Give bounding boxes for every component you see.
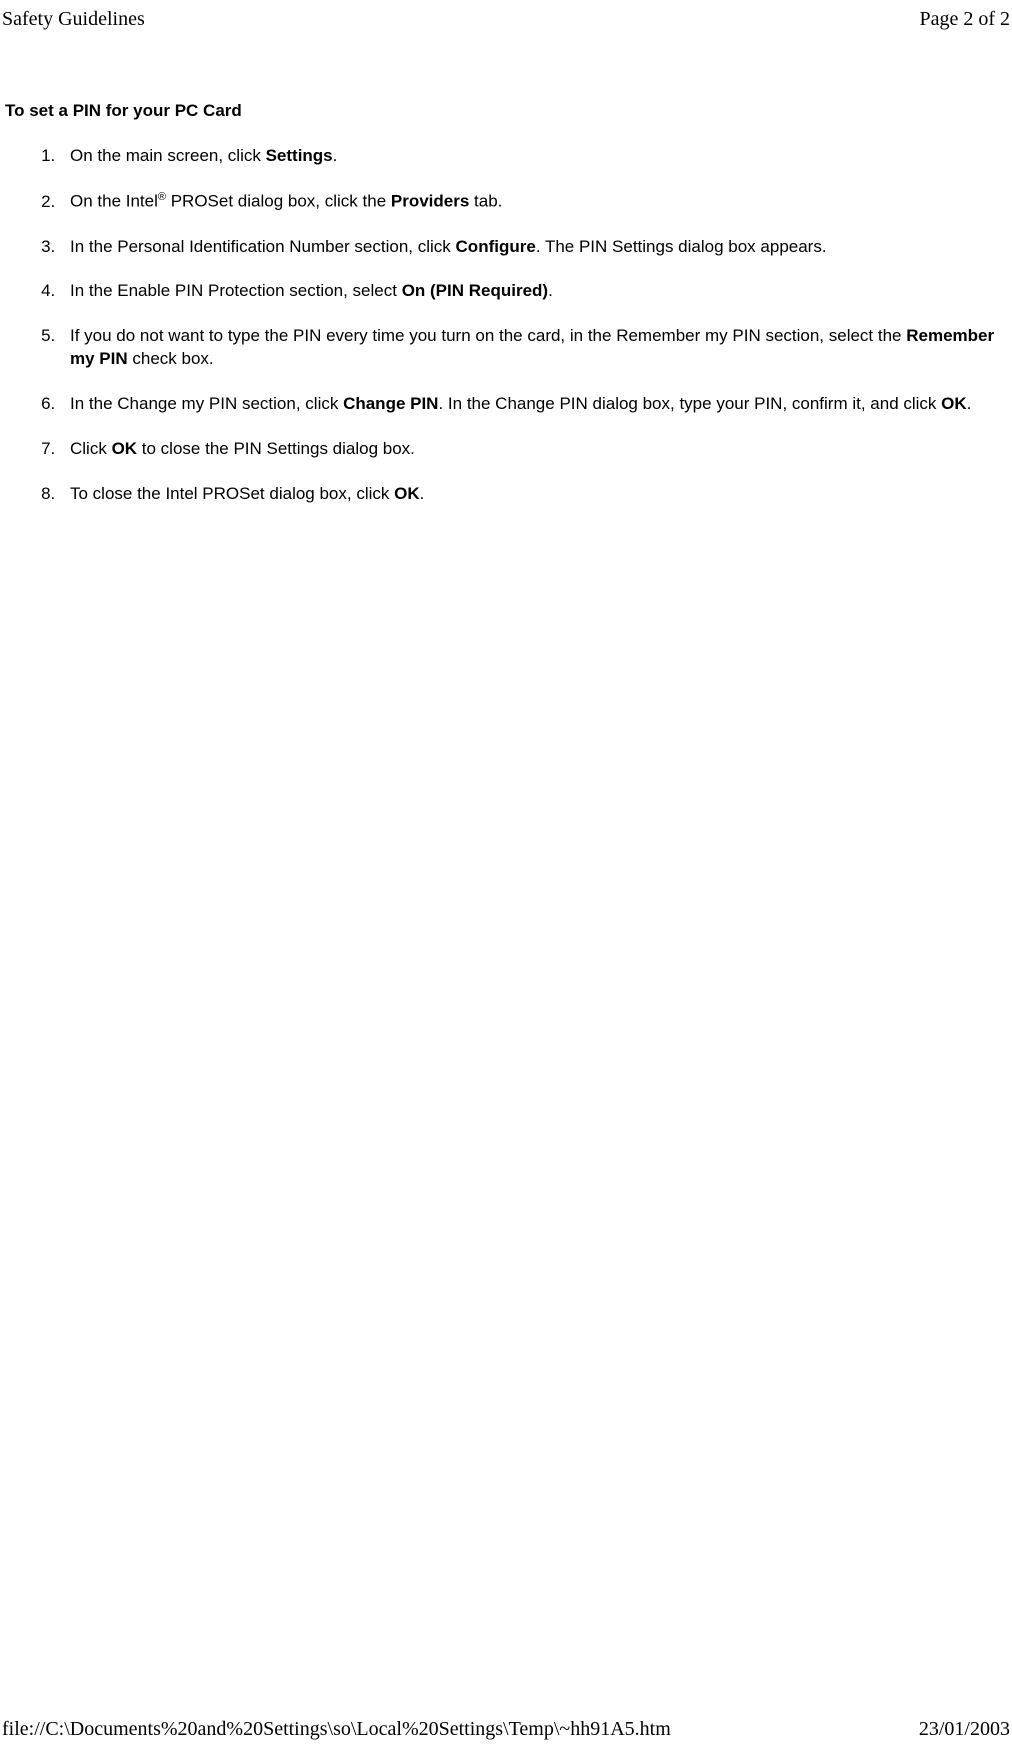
text: . The PIN Settings dialog box appears.	[536, 237, 827, 256]
bold-settings: Settings	[266, 146, 333, 165]
text: In the Enable PIN Protection section, se…	[70, 281, 402, 300]
text: .	[967, 394, 972, 413]
step-3: In the Personal Identification Number se…	[60, 236, 1002, 259]
header-title: Safety Guidelines	[2, 8, 145, 31]
bold-ok-3: OK	[394, 484, 420, 503]
step-8: To close the Intel PROSet dialog box, cl…	[60, 483, 1002, 506]
text: check box.	[128, 349, 214, 368]
text: In the Change my PIN section, click	[70, 394, 343, 413]
text: tab.	[469, 192, 502, 211]
footer-path: file://C:\Documents%20and%20Settings\so\…	[2, 1718, 671, 1741]
bold-on-pin-required: On (PIN Required)	[402, 281, 548, 300]
text: .	[333, 146, 338, 165]
steps-list: On the main screen, click Settings. On t…	[5, 145, 1002, 506]
text: . In the Change PIN dialog box, type you…	[438, 394, 941, 413]
text: To close the Intel PROSet dialog box, cl…	[70, 484, 394, 503]
step-6: In the Change my PIN section, click Chan…	[60, 393, 1002, 416]
text: If you do not want to type the PIN every…	[70, 326, 906, 345]
header-pageinfo: Page 2 of 2	[919, 8, 1010, 31]
text: PROSet dialog box, click the	[166, 192, 391, 211]
step-2: On the Intel® PROSet dialog box, click t…	[60, 190, 1002, 214]
bold-ok-2: OK	[112, 439, 138, 458]
content-heading: To set a PIN for your PC Card	[5, 101, 1002, 121]
text: On the main screen, click	[70, 146, 266, 165]
text: In the Personal Identification Number se…	[70, 237, 456, 256]
registered-mark: ®	[158, 191, 166, 203]
page-footer: file://C:\Documents%20and%20Settings\so\…	[0, 1718, 1012, 1741]
bold-ok-1: OK	[941, 394, 967, 413]
bold-change-pin: Change PIN	[343, 394, 438, 413]
step-1: On the main screen, click Settings.	[60, 145, 1002, 168]
bold-providers: Providers	[391, 192, 469, 211]
step-5: If you do not want to type the PIN every…	[60, 325, 1002, 371]
page-content: To set a PIN for your PC Card On the mai…	[0, 31, 1012, 506]
step-7: Click OK to close the PIN Settings dialo…	[60, 438, 1002, 461]
text: to close the PIN Settings dialog box.	[137, 439, 415, 458]
text: On the Intel	[70, 192, 158, 211]
page-header: Safety Guidelines Page 2 of 2	[0, 0, 1012, 31]
text: .	[548, 281, 553, 300]
text: Click	[70, 439, 112, 458]
footer-date: 23/01/2003	[919, 1718, 1010, 1741]
step-4: In the Enable PIN Protection section, se…	[60, 280, 1002, 303]
bold-configure: Configure	[456, 237, 536, 256]
text: .	[420, 484, 425, 503]
